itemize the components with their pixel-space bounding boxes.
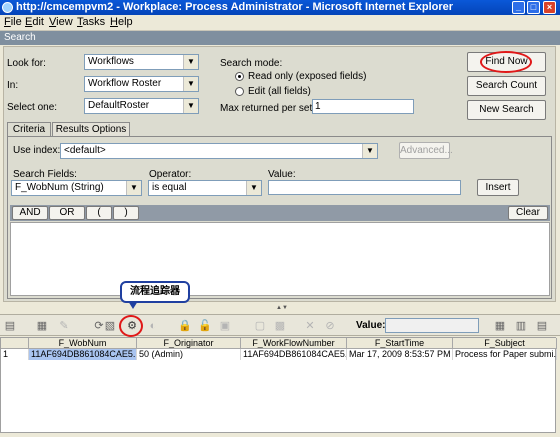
or-button[interactable]: OR	[49, 206, 85, 220]
search-fields-value: F_WobNum (String)	[15, 182, 104, 193]
tracker-highlight	[119, 315, 143, 337]
chevron-down-icon[interactable]: ▼	[183, 55, 198, 69]
tab-results-options[interactable]: Results Options	[52, 122, 130, 137]
menu-file[interactable]: File	[4, 16, 22, 28]
select-one-combo[interactable]: DefaultRoster ▼	[84, 98, 199, 114]
criteria-panel: Use index: <default> ▼ Advanced... Searc…	[7, 136, 552, 299]
terminate-icon[interactable]: ⊘	[323, 319, 337, 333]
chevron-down-icon[interactable]: ▼	[183, 99, 198, 113]
minimize-icon[interactable]: _	[512, 1, 525, 14]
splitter[interactable]: ▲▼	[0, 304, 560, 313]
menu-tasks[interactable]: Tasks	[77, 16, 105, 28]
save-icon[interactable]: ▢	[253, 319, 267, 333]
unlock-icon[interactable]: 🔓	[198, 319, 212, 333]
column-header[interactable]: F_WobNum	[29, 338, 137, 349]
row-number-header	[1, 338, 29, 349]
ie-icon	[2, 2, 13, 13]
milestone-icon[interactable]: ◐	[146, 319, 160, 333]
new-search-button[interactable]: New Search	[467, 100, 546, 120]
save-all-icon[interactable]: ▩	[273, 319, 287, 333]
column-icon[interactable]: ▥	[514, 319, 528, 333]
operator-value: is equal	[152, 182, 187, 193]
search-fields-label: Search Fields:	[13, 169, 77, 180]
tracker-callout: 流程追踪器	[120, 281, 190, 309]
chevron-down-icon[interactable]: ▼	[246, 181, 261, 195]
table-cell[interactable]: Mar 17, 2009 8:53:57 PM	[347, 349, 453, 360]
and-button[interactable]: AND	[12, 206, 48, 220]
toolbar-value-label: Value:	[356, 320, 386, 331]
close-icon[interactable]: ×	[543, 1, 556, 14]
properties-icon[interactable]: ▤	[3, 319, 17, 333]
select-one-label: Select one:	[7, 102, 58, 113]
use-index-value: <default>	[64, 145, 106, 156]
menu-bar: File Edit View Tasks Help	[0, 15, 560, 31]
menu-edit[interactable]: Edit	[25, 16, 44, 28]
table-cell[interactable]: 50 (Admin)	[137, 349, 241, 360]
max-returned-label: Max returned per set:	[220, 103, 316, 114]
history-icon[interactable]: ▧	[103, 319, 117, 333]
table-cell[interactable]: Process for Paper submi...	[453, 349, 557, 360]
search-header: Search	[0, 31, 560, 45]
search-fields-combo[interactable]: F_WobNum (String) ▼	[11, 180, 142, 196]
search-count-button[interactable]: Search Count	[467, 76, 546, 96]
chevron-down-icon[interactable]: ▼	[126, 181, 141, 195]
max-returned-input[interactable]: 1	[312, 99, 414, 114]
look-for-combo[interactable]: Workflows ▼	[84, 54, 199, 70]
column-header[interactable]: F_StartTime	[347, 338, 453, 349]
radio-read-only[interactable]	[235, 72, 244, 81]
row-number: 1	[1, 349, 29, 360]
search-mode-label: Search mode:	[220, 58, 283, 69]
column-header[interactable]: F_Subject	[453, 338, 557, 349]
criteria-expression-area[interactable]	[10, 222, 550, 296]
column-header[interactable]: F_Originator	[137, 338, 241, 349]
export-icon[interactable]: ▤	[535, 319, 549, 333]
in-combo[interactable]: Workflow Roster ▼	[84, 76, 199, 92]
operator-combo[interactable]: is equal ▼	[148, 180, 262, 196]
select-one-value: DefaultRoster	[88, 100, 150, 111]
title-bar: http://cmcempvm2 - Workplace: Process Ad…	[0, 0, 560, 15]
delete-icon[interactable]: ✕	[303, 319, 317, 333]
grid-view-icon[interactable]: ▦	[493, 319, 507, 333]
open-icon[interactable]: ▦	[35, 319, 49, 333]
open-paren-button[interactable]: (	[86, 206, 112, 220]
find-now-highlight	[480, 51, 532, 73]
chevron-down-icon[interactable]: ▼	[362, 144, 377, 158]
lock-icon[interactable]: 🔒	[178, 319, 192, 333]
column-header[interactable]: F_WorkFlowNumber	[241, 338, 347, 349]
window-title: http://cmcempvm2 - Workplace: Process Ad…	[16, 1, 454, 13]
radio-edit[interactable]	[235, 87, 244, 96]
table-cell[interactable]: 11AF694DB861084CAE5...	[29, 349, 137, 360]
operator-label: Operator:	[149, 169, 192, 180]
look-for-label: Look for:	[7, 58, 46, 69]
use-index-combo[interactable]: <default> ▼	[60, 143, 378, 159]
results-toolbar: ▤ ▦ ✎ ⟳ ▧ ⚙ ◐ 🔒 🔓 ▣ ▢ ▩ ✕ ⊘ Value: ▦ ▥ ▤	[0, 314, 560, 337]
results-grid: F_WobNum F_Originator F_WorkFlowNumber F…	[0, 337, 557, 433]
use-index-label: Use index:	[13, 145, 61, 156]
close-paren-button[interactable]: )	[113, 206, 139, 220]
toolbar-value-input[interactable]	[385, 318, 479, 333]
maximize-icon[interactable]: □	[527, 1, 540, 14]
look-for-value: Workflows	[88, 56, 134, 67]
menu-help[interactable]: Help	[110, 16, 133, 28]
value-label: Value:	[268, 169, 296, 180]
value-input[interactable]	[268, 180, 461, 195]
in-value: Workflow Roster	[88, 78, 162, 89]
search-panel: Look for: Workflows ▼ In: Workflow Roste…	[3, 46, 556, 302]
in-label: In:	[7, 80, 19, 91]
radio-read-only-label: Read only (exposed fields)	[248, 71, 367, 82]
table-cell[interactable]: 11AF694DB861084CAE5...	[241, 349, 347, 360]
chevron-down-icon[interactable]: ▼	[183, 77, 198, 91]
clear-button[interactable]: Clear	[508, 206, 548, 220]
lock-all-icon[interactable]: ▣	[218, 319, 232, 333]
edit-icon[interactable]: ✎	[52, 319, 76, 333]
tab-criteria[interactable]: Criteria	[7, 122, 51, 137]
insert-button[interactable]: Insert	[477, 179, 519, 196]
advanced-button[interactable]: Advanced...	[399, 142, 453, 159]
radio-edit-label: Edit (all fields)	[248, 86, 311, 97]
menu-view[interactable]: View	[49, 16, 73, 28]
